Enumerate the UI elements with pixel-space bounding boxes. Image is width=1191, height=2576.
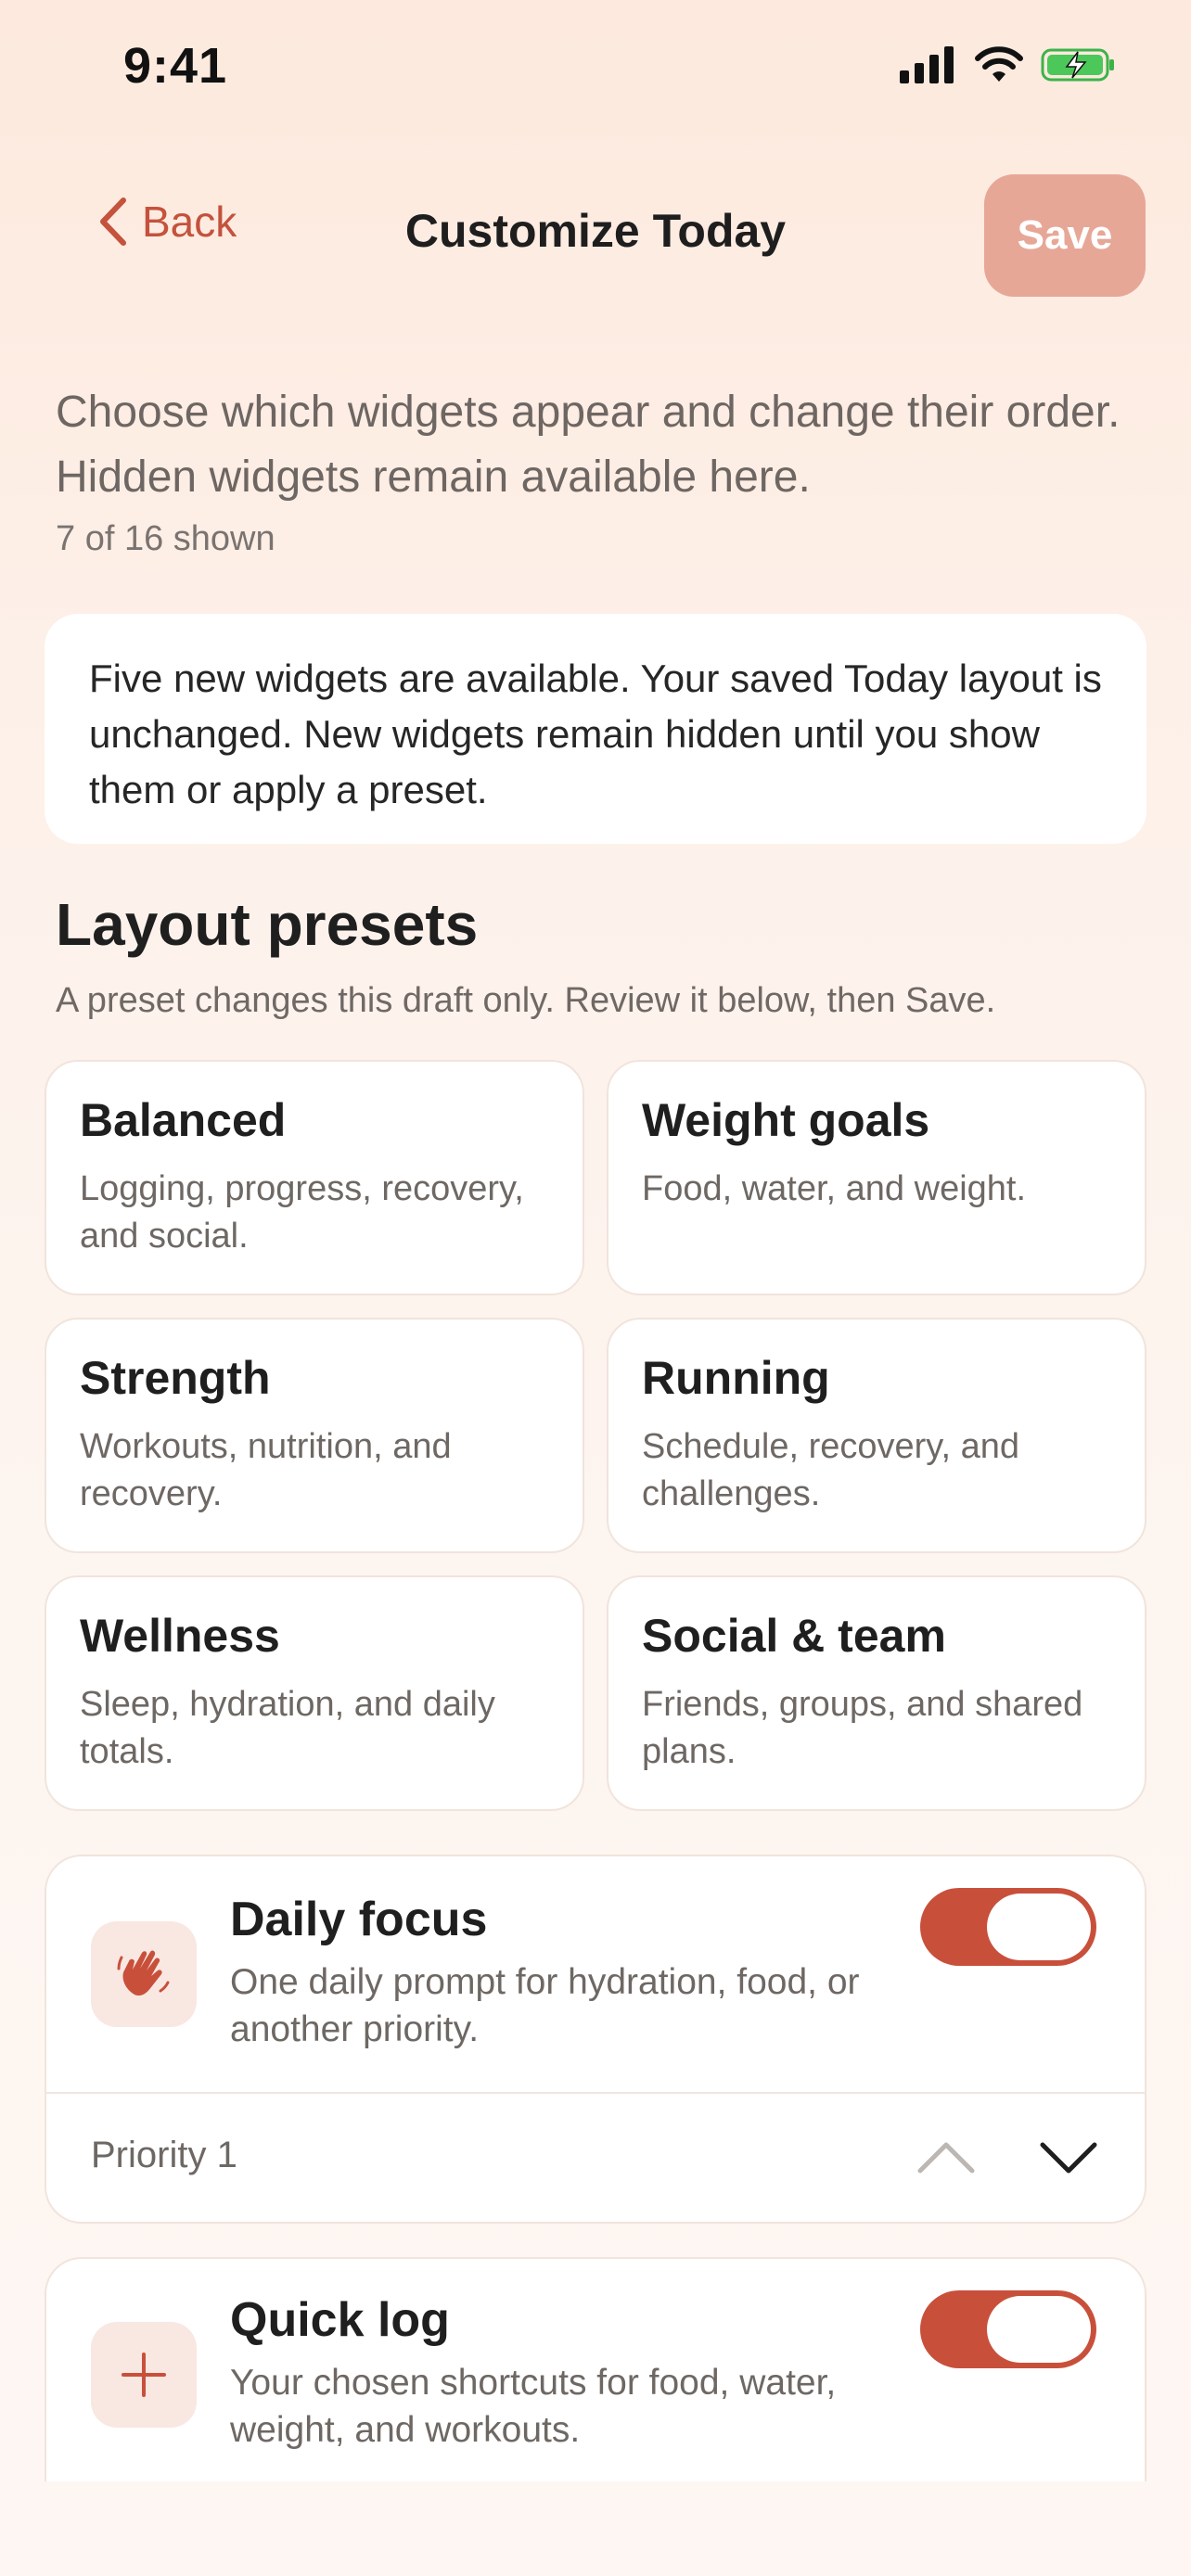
- toggle-knob: [987, 1894, 1091, 1960]
- battery-charging-icon: [1041, 48, 1114, 82]
- preset-name: Balanced: [80, 1094, 287, 1146]
- preset-desc: Sleep, hydration, and daily totals.: [80, 1685, 495, 1771]
- save-button[interactable]: Save: [984, 174, 1146, 297]
- preset-balanced[interactable]: Balanced Logging, progress, recovery, an…: [45, 1060, 584, 1295]
- preset-name: Running: [642, 1352, 830, 1404]
- toggle-knob: [987, 2296, 1091, 2363]
- divider: [46, 2092, 1145, 2094]
- preset-desc: Logging, progress, recovery, and social.: [80, 1169, 524, 1256]
- wifi-icon: [975, 46, 1023, 82]
- status-bar: 9:41: [0, 0, 1191, 139]
- hand-wave-icon: [91, 1921, 197, 2027]
- cellular-signal-icon: [900, 46, 954, 83]
- widget-card-daily-focus: Daily focus One daily prompt for hydrati…: [45, 1855, 1146, 2224]
- widget-visibility-toggle[interactable]: [920, 1888, 1096, 1966]
- status-time: 9:41: [123, 38, 228, 94]
- widget-desc: One daily prompt for hydration, food, or…: [230, 1962, 860, 2049]
- preset-desc: Workouts, nutrition, and recovery.: [80, 1427, 452, 1513]
- new-widgets-notice: Five new widgets are available. Your sav…: [45, 614, 1146, 844]
- preset-desc: Food, water, and weight.: [642, 1169, 1027, 1208]
- plus-icon: [91, 2322, 197, 2428]
- nav-bar: Back Customize Today Save: [0, 167, 1191, 297]
- presets-subtitle: A preset changes this draft only. Review…: [56, 981, 996, 1020]
- intro-text: Choose which widgets appear and change t…: [56, 388, 1121, 502]
- preset-desc: Schedule, recovery, and challenges.: [642, 1427, 1019, 1513]
- preset-social-team[interactable]: Social & team Friends, groups, and share…: [607, 1575, 1146, 1811]
- preset-name: Strength: [80, 1352, 271, 1404]
- preset-name: Wellness: [80, 1610, 280, 1662]
- notice-text: Five new widgets are available. Your sav…: [89, 657, 1102, 811]
- preset-name: Social & team: [642, 1610, 946, 1662]
- preset-strength[interactable]: Strength Workouts, nutrition, and recove…: [45, 1318, 584, 1553]
- status-icons: [900, 46, 1117, 83]
- preset-running[interactable]: Running Schedule, recovery, and challeng…: [607, 1318, 1146, 1553]
- preset-wellness[interactable]: Wellness Sleep, hydration, and daily tot…: [45, 1575, 584, 1811]
- move-up-button[interactable]: [909, 2125, 983, 2190]
- bottom-fade: [0, 2481, 1191, 2576]
- widget-desc: Your chosen shortcuts for food, water, w…: [230, 2363, 837, 2450]
- preset-grid: Balanced Logging, progress, recovery, an…: [45, 1060, 1146, 1811]
- widget-title: Quick log: [230, 2293, 450, 2347]
- preset-weight-goals[interactable]: Weight goals Food, water, and weight.: [607, 1060, 1146, 1295]
- widget-title: Daily focus: [230, 1893, 488, 1946]
- widget-visibility-toggle[interactable]: [920, 2290, 1096, 2368]
- chevron-up-icon: [917, 2142, 975, 2174]
- presets-title: Layout presets: [56, 891, 479, 958]
- preset-desc: Friends, groups, and shared plans.: [642, 1685, 1083, 1771]
- shown-count: 7 of 16 shown: [56, 519, 275, 558]
- preset-name: Weight goals: [642, 1094, 930, 1146]
- chevron-down-icon: [1040, 2142, 1097, 2174]
- move-down-button[interactable]: [1031, 2125, 1106, 2190]
- priority-label: Priority 1: [91, 2135, 237, 2175]
